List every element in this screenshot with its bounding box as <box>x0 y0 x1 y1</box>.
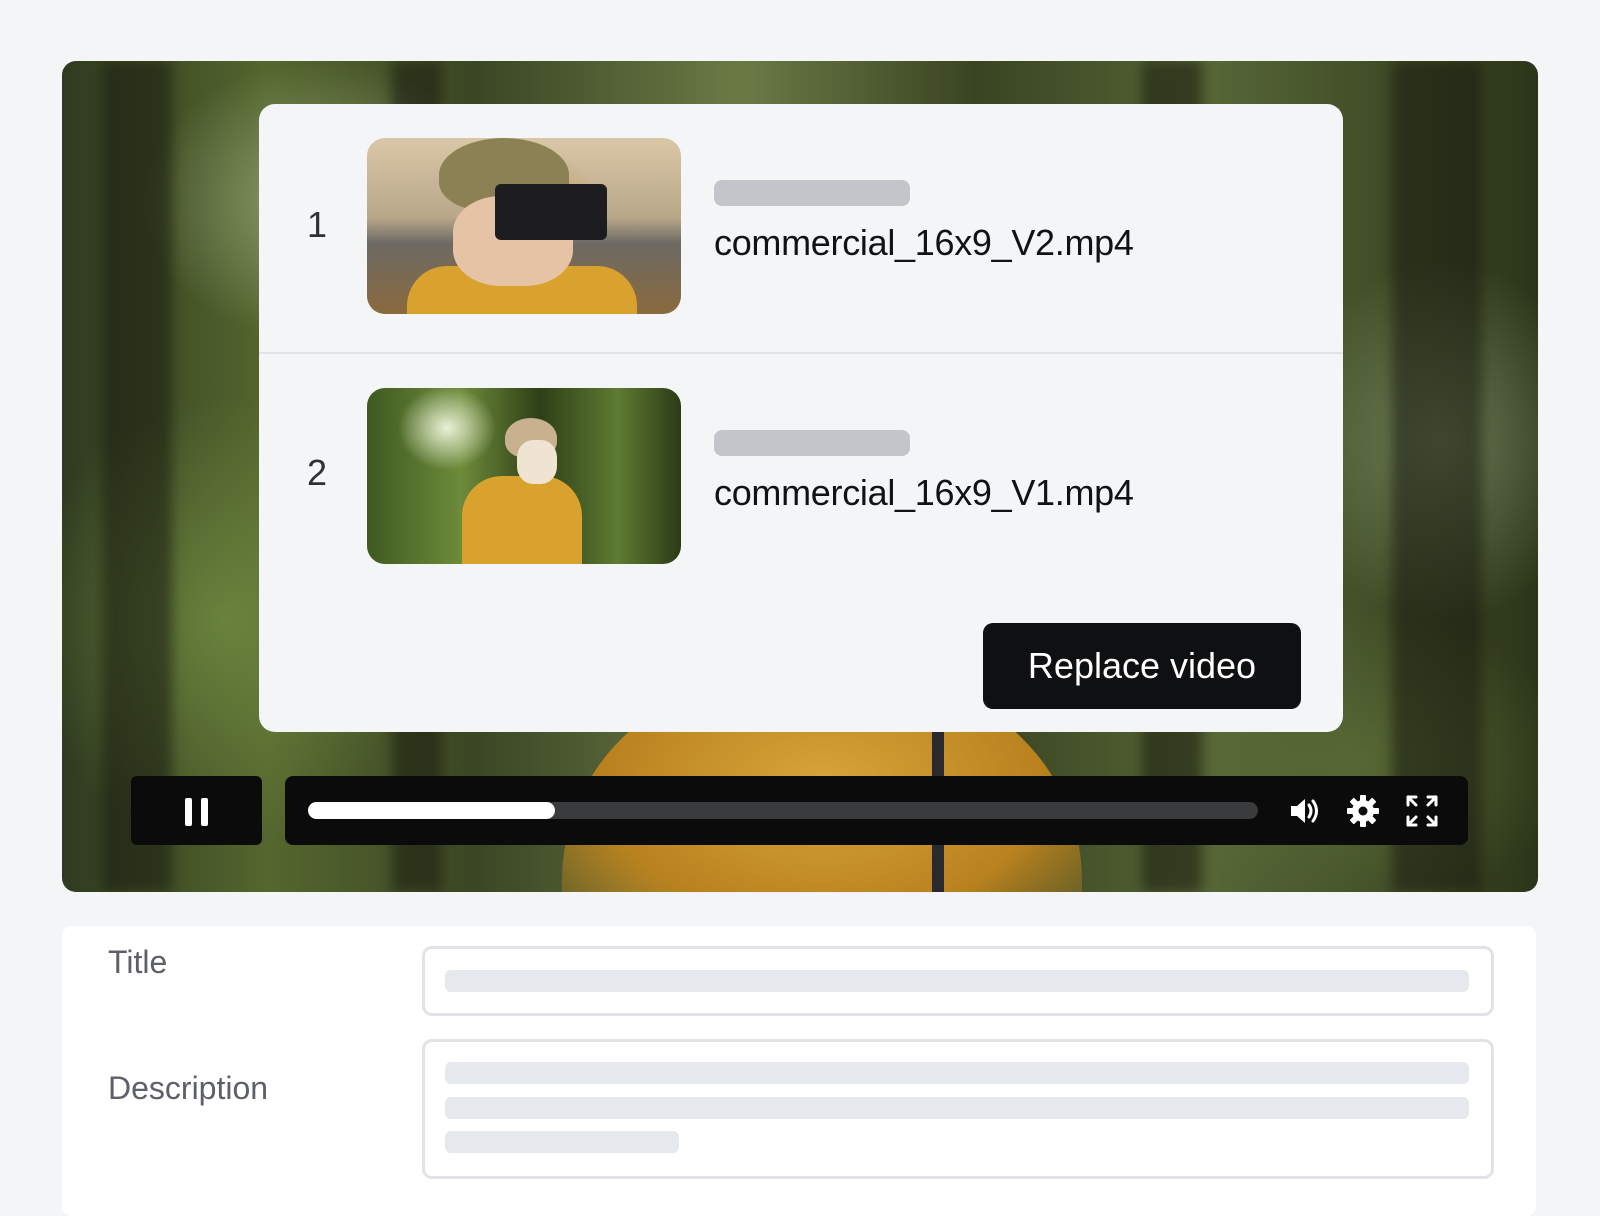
version-filename: commercial_16x9_V1.mp4 <box>714 472 1134 513</box>
version-meta-placeholder <box>714 180 910 206</box>
version-filename: commercial_16x9_V2.mp4 <box>714 222 1134 263</box>
description-label: Description <box>108 1070 269 1106</box>
description-field[interactable] <box>422 1039 1494 1179</box>
fullscreen-icon[interactable] <box>1403 792 1441 830</box>
pause-button[interactable] <box>131 776 262 845</box>
pause-icon <box>185 798 192 826</box>
title-label: Title <box>108 944 168 980</box>
version-row[interactable]: 1 commercial_16x9_V2.mp4 <box>259 104 1343 354</box>
volume-icon[interactable] <box>1286 792 1324 830</box>
title-field[interactable] <box>422 946 1494 1016</box>
progress-bar[interactable] <box>308 802 1258 819</box>
replace-video-button[interactable]: Replace video <box>983 623 1301 709</box>
version-row[interactable]: 2 commercial_16x9_V1.mp4 <box>259 352 1343 600</box>
version-panel: 1 commercial_16x9_V2.mp4 2 commercial_16… <box>259 104 1343 732</box>
gear-icon[interactable] <box>1344 792 1382 830</box>
video-thumbnail[interactable] <box>367 138 681 314</box>
video-thumbnail[interactable] <box>367 388 681 564</box>
version-number: 1 <box>306 204 328 245</box>
version-meta-placeholder <box>714 430 910 456</box>
progress-fill <box>308 802 555 819</box>
control-bar <box>285 776 1468 845</box>
version-number: 2 <box>306 452 328 493</box>
metadata-form: Title Description <box>62 926 1536 1216</box>
pause-icon <box>201 798 208 826</box>
